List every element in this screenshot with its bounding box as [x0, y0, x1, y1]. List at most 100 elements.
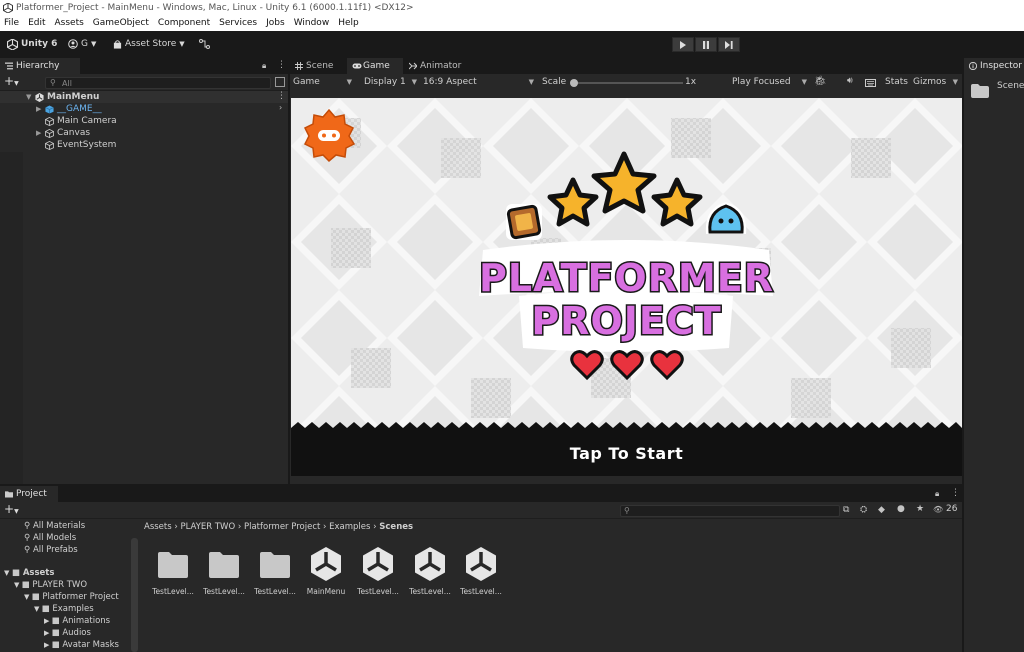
tree-item-label: Platformer Project: [42, 592, 119, 602]
expand-arrow-icon[interactable]: ▶: [36, 127, 41, 139]
asset-item[interactable]: TestLevel...: [202, 546, 246, 596]
filter-by-label-icon[interactable]: ⛭: [860, 505, 867, 515]
audio-icon[interactable]: 🔊︎: [847, 76, 853, 86]
hierarchy-panel: Hierarchy 🔒︎ ⋮ +▼ ⚲ All ▼ MainMenu ⋮ ▶ _…: [0, 58, 288, 484]
project-search-input[interactable]: ⚲: [620, 505, 840, 517]
create-asset-button[interactable]: +▼: [4, 503, 19, 518]
more-options-icon[interactable]: ⋮: [951, 488, 960, 498]
lock-icon[interactable]: 🔒︎: [262, 61, 266, 71]
tab-project[interactable]: Project: [0, 486, 58, 502]
expand-arrow-icon[interactable]: ▶: [44, 617, 52, 625]
game-viewport[interactable]: PLATFORMER PROJECT Tap To Start: [291, 98, 962, 476]
menu-services[interactable]: Services: [219, 16, 257, 31]
play-button[interactable]: [672, 37, 694, 52]
tab-game[interactable]: Game: [347, 58, 403, 74]
gizmos-dropdown[interactable]: Gizmos ▼: [913, 76, 961, 89]
menu-gameobject[interactable]: GameObject: [93, 16, 149, 31]
game-mode-dropdown[interactable]: Game ▼: [293, 76, 355, 89]
shopping-bag-icon: [113, 39, 122, 49]
chevron-down-icon: ▼: [801, 78, 807, 86]
asset-item[interactable]: TestLevel...: [253, 546, 297, 596]
search-options-icon[interactable]: [275, 77, 285, 87]
hierarchy-item-label: EventSystem: [57, 140, 117, 150]
asset-item[interactable]: TestLevel...: [151, 546, 195, 596]
account-button[interactable]: G ▼: [68, 37, 96, 51]
eye-icon[interactable]: 👁︎: [933, 505, 943, 514]
menu-help[interactable]: Help: [338, 16, 359, 31]
step-button[interactable]: [718, 37, 740, 52]
stats-button[interactable]: Stats: [885, 76, 908, 89]
lock-icon[interactable]: 🔒︎: [935, 489, 939, 499]
grid-icon: [295, 62, 303, 70]
display-dropdown[interactable]: Display 1 ▼: [364, 76, 420, 89]
tab-hierarchy[interactable]: Hierarchy: [0, 58, 80, 74]
warning-filter-icon[interactable]: ●: [897, 504, 905, 514]
tree-item-platformer-project[interactable]: ▼ ■ Platformer Project: [24, 591, 119, 603]
breadcrumb-item[interactable]: Examples: [329, 522, 370, 532]
asset-store-button[interactable]: Asset Store ▼: [113, 37, 185, 51]
expand-arrow-icon[interactable]: ▼: [24, 593, 32, 601]
more-options-icon[interactable]: ⋮: [277, 60, 286, 70]
menu-window[interactable]: Window: [294, 16, 330, 31]
add-object-button[interactable]: +▼: [4, 75, 19, 90]
window-title: Platformer_Project - MainMenu - Windows,…: [16, 3, 414, 13]
play-mode-dropdown[interactable]: Play Focused ▼: [732, 76, 810, 89]
tree-item-examples[interactable]: ▼ ■ Examples: [34, 603, 94, 615]
expand-arrow-icon[interactable]: ▼: [34, 605, 42, 613]
asset-name: MainMenu: [306, 587, 346, 596]
tag-icon[interactable]: ◆: [878, 505, 885, 515]
expand-arrow-icon[interactable]: ▶: [44, 629, 52, 637]
scale-slider-handle[interactable]: [570, 79, 578, 87]
expand-arrow-icon[interactable]: ▼: [4, 569, 12, 577]
scale-label: Scale: [542, 77, 567, 87]
asset-item[interactable]: TestLevel...: [408, 546, 452, 596]
scene-options-icon[interactable]: ⋮: [277, 91, 286, 101]
tree-item-animations[interactable]: ▶ ■ Animations: [44, 615, 110, 627]
tab-inspector[interactable]: Inspector: [964, 58, 1024, 74]
asset-name: TestLevel...: [460, 587, 502, 596]
unity-version-label: Unity 6: [21, 39, 58, 49]
chevron-down-icon: ▼: [952, 78, 958, 86]
unity-version-button[interactable]: Unity 6: [7, 37, 57, 51]
breadcrumb-item[interactable]: PLAYER TWO: [180, 522, 235, 532]
gameobject-cube-icon: [45, 141, 54, 150]
tree-item-avatar-masks[interactable]: ▶ ■ Avatar Masks: [44, 639, 119, 651]
tree-item-player-two[interactable]: ▼ ■ PLAYER TWO: [14, 579, 87, 591]
search-by-type-icon[interactable]: ⧉: [843, 505, 849, 515]
chevron-right-icon[interactable]: ›: [279, 103, 282, 112]
menu-assets[interactable]: Assets: [55, 16, 84, 31]
bug-icon[interactable]: 🐞︎: [814, 76, 827, 87]
expand-arrow-icon[interactable]: ▶: [44, 641, 52, 649]
tab-animator[interactable]: Animator: [404, 58, 474, 74]
pause-button[interactable]: [695, 37, 717, 52]
version-control-button[interactable]: [199, 37, 210, 51]
favorite-all-prefabs[interactable]: ⚲ All Prefabs: [24, 544, 78, 556]
menu-jobs[interactable]: Jobs: [266, 16, 285, 31]
keyboard-icon[interactable]: [865, 79, 876, 87]
favorite-all-models[interactable]: ⚲ All Models: [24, 532, 76, 544]
favorite-all-materials[interactable]: ⚲ All Materials: [24, 520, 85, 532]
breadcrumb-item[interactable]: Platformer Project: [244, 522, 320, 532]
breadcrumb-current[interactable]: Scenes: [379, 522, 413, 532]
expand-arrow-icon[interactable]: ▼: [14, 581, 22, 589]
menu-file[interactable]: File: [4, 16, 19, 31]
asset-item[interactable]: TestLevel...: [459, 546, 503, 596]
tree-item-audios[interactable]: ▶ ■ Audios: [44, 627, 91, 639]
scale-slider-track[interactable]: [571, 82, 683, 84]
tap-to-start-label[interactable]: Tap To Start: [291, 444, 962, 463]
asset-item[interactable]: TestLevel...: [356, 546, 400, 596]
inspector-content-label: Scene: [997, 81, 1024, 91]
aspect-dropdown[interactable]: 16:9 Aspect ▼: [423, 76, 537, 89]
tree-item-assets[interactable]: ▼ ■ Assets: [4, 567, 54, 579]
favorite-star-icon[interactable]: ★: [916, 504, 924, 514]
tree-scrollbar[interactable]: [131, 538, 138, 652]
expand-arrow-icon[interactable]: ▼: [26, 91, 31, 103]
expand-arrow-icon[interactable]: ▶: [36, 103, 41, 115]
hierarchy-search-input[interactable]: ⚲ All: [45, 77, 271, 89]
favorite-label: All Prefabs: [32, 545, 78, 555]
menu-component[interactable]: Component: [158, 16, 210, 31]
tab-scene[interactable]: Scene: [290, 58, 346, 74]
breadcrumb-item[interactable]: Assets: [144, 522, 172, 532]
asset-item[interactable]: MainMenu: [304, 546, 348, 596]
menu-edit[interactable]: Edit: [28, 16, 45, 31]
